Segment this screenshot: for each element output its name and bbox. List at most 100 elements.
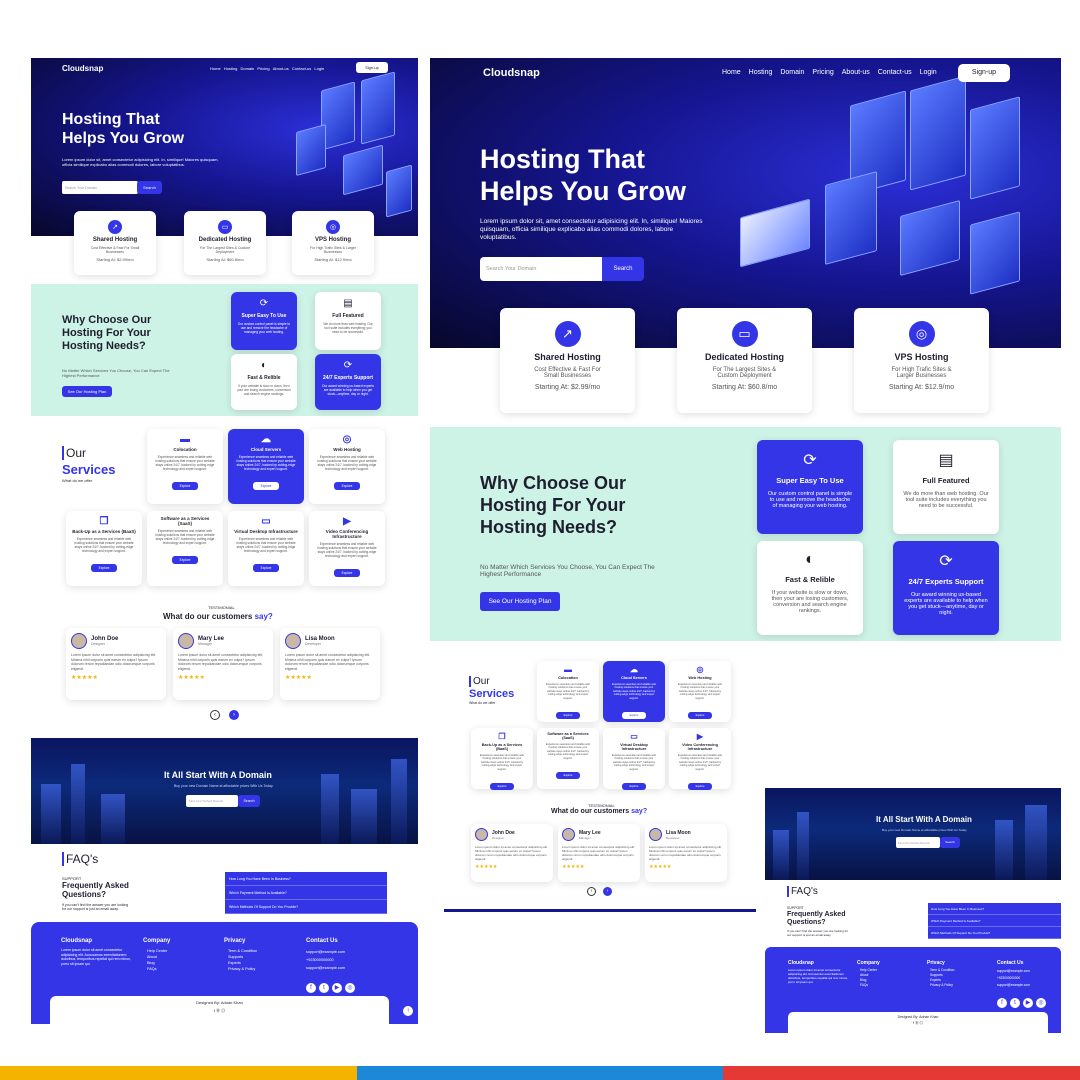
domain-search-button-left-2[interactable]: Search — [238, 795, 260, 807]
person-name: John Doe — [492, 829, 515, 836]
nav-contact[interactable]: Contact-us — [878, 69, 912, 76]
brand-logo-left[interactable]: Cloudsnap — [62, 64, 103, 73]
domain-search-button-left[interactable]: Search — [137, 181, 162, 194]
service-card[interactable]: ▬ Colocation Experience seamless and rel… — [147, 429, 223, 504]
faq-item[interactable]: How Long You Have Been In Business? — [225, 872, 387, 886]
service-card[interactable]: ❐ Back-Up as a Services (BaaS) Experienc… — [66, 511, 142, 586]
service-card[interactable]: ◎ Web Hosting Experience seamless and re… — [309, 429, 385, 504]
nav-hosting[interactable]: Hosting — [749, 69, 773, 76]
explore-button[interactable]: Explore — [555, 772, 581, 780]
explore-button[interactable]: Explore — [333, 569, 361, 577]
plan-card-shared-right[interactable]: ↗ Shared Hosting Cost Effective & Fast F… — [500, 308, 635, 413]
brand-logo-right[interactable]: Cloudsnap — [483, 67, 540, 79]
person-role: Designer — [91, 642, 106, 646]
next-arrow-icon[interactable]: › — [229, 710, 239, 720]
explore-button[interactable]: Explore — [90, 564, 118, 572]
domain-input-left[interactable]: Find Your Perfect Domain — [186, 795, 238, 807]
cloud-icon: ☁ — [261, 434, 271, 445]
prev-arrow-icon[interactable]: ‹ — [210, 710, 220, 720]
nav-home[interactable]: Home — [210, 66, 221, 71]
service-card[interactable]: Software as a Services (SaaS) Experience… — [147, 511, 223, 586]
service-title: Software as a Services (SaaS) — [547, 732, 589, 740]
explore-button[interactable]: Explore — [621, 783, 647, 791]
avatar — [71, 633, 87, 649]
explore-button[interactable]: Explore — [171, 556, 199, 564]
service-card[interactable]: ▬ Colocation Experience seamless and rel… — [537, 661, 599, 722]
explore-button[interactable]: Explore — [687, 783, 713, 791]
see-plan-button-right[interactable]: See Our Hosting Plan — [480, 592, 560, 611]
plan-card-vps-right[interactable]: ◎ VPS Hosting For High Trafic Sites & La… — [854, 308, 989, 413]
hero-title-right: Hosting That Helps You Grow — [480, 144, 687, 206]
scroll-top-icon[interactable]: ↑ — [403, 1006, 413, 1016]
domain-section-left — [31, 738, 418, 844]
why-desc-right: No Matter Which Services You Choose, You… — [480, 564, 655, 578]
explore-button[interactable]: Explore — [555, 712, 581, 720]
explore-button[interactable]: Explore — [252, 482, 280, 490]
faq-item[interactable]: Which Payment Method Is Available? — [225, 886, 387, 900]
service-desc: Experience seamless and reliable web hos… — [545, 683, 591, 700]
service-desc: Experience seamless and reliable web hos… — [317, 455, 377, 471]
testimonial-card: Lisa Moon Developer Lorem ipsum dolor sit… — [280, 628, 380, 700]
service-card[interactable]: ◎ Web Hosting Experience seamless and re… — [669, 661, 731, 722]
see-plan-button-left[interactable]: See Our Hosting Plan — [62, 386, 112, 397]
domain-search-button-right-2[interactable]: Search — [940, 837, 960, 848]
avatar — [475, 828, 488, 841]
nav-about[interactable]: About-us — [842, 69, 870, 76]
signup-button-left[interactable]: Sign-up — [356, 62, 388, 73]
service-desc: Experience seamless and reliable web hos… — [479, 754, 525, 771]
nav-login[interactable]: Login — [920, 69, 937, 76]
faq-heading-right: Frequently Asked Questions? — [787, 911, 846, 926]
nav-hosting[interactable]: Hosting — [224, 66, 238, 71]
testimonial-text: Lorem ipsum dolor sit amet consectetur a… — [71, 653, 157, 671]
explore-button[interactable]: Explore — [171, 482, 199, 490]
service-card[interactable]: ❐ Back-Up as a Services (BaaS) Experienc… — [471, 728, 533, 791]
faq-item[interactable]: Which Methods Of Support Do You Provide? — [928, 927, 1061, 939]
faq-item[interactable]: Which Methods Of Support Do You Provide? — [225, 900, 387, 914]
feature-support-left: ⟳ 24/7 Experts Support Our award winning… — [315, 354, 381, 410]
service-card[interactable]: ▭ Virtual Desktop Infrastructure Experie… — [603, 728, 665, 791]
domain-input-right[interactable]: Find Your Perfect Domain — [896, 837, 940, 848]
explore-button[interactable]: Explore — [489, 783, 515, 791]
prev-arrow-icon[interactable]: ‹ — [587, 887, 596, 896]
faq-item[interactable]: How Long You Have Been In Business? — [928, 903, 1061, 915]
next-arrow-icon[interactable]: › — [603, 887, 612, 896]
footer-credit-right: Designed By: Adnan Khan f Ⓑ ◎ — [788, 1012, 1048, 1033]
service-desc: Experience seamless and reliable web hos… — [236, 455, 296, 471]
explore-button[interactable]: Explore — [333, 482, 361, 490]
signup-button-right[interactable]: Sign-up — [958, 64, 1010, 82]
service-title: Virtual Desktop Infrastructure — [620, 743, 648, 751]
service-card[interactable]: ▶ Video Conferencing Infrastructure Expe… — [669, 728, 731, 791]
youtube-icon: ▶ — [1023, 997, 1033, 1008]
explore-button[interactable]: Explore — [252, 564, 280, 572]
domain-search-input-left[interactable]: Search Your Domain — [62, 181, 138, 194]
faq-item[interactable]: Which Payment Method Is Available? — [928, 915, 1061, 927]
nav-about[interactable]: About-us — [273, 66, 289, 71]
nav-contact[interactable]: Contact-us — [292, 66, 311, 71]
explore-button[interactable]: Explore — [687, 712, 713, 720]
avatar — [178, 633, 194, 649]
domain-search-button-right[interactable]: Search — [602, 257, 644, 281]
nav-domain[interactable]: Domain — [780, 69, 804, 76]
nav-left: Home Hosting Domain Pricing About-us Con… — [210, 66, 324, 71]
nav-pricing[interactable]: Pricing — [812, 69, 833, 76]
service-desc: Experience seamless and reliable web hos… — [155, 529, 215, 545]
plan-card-vps-left[interactable]: ◎ VPS Hosting For High Trafic Sites & La… — [292, 211, 374, 275]
server-stack-icon: ▬ — [180, 434, 190, 445]
why-desc-left: No Matter Which Services You Choose, You… — [62, 368, 170, 378]
share-icon: ↗ — [554, 321, 581, 347]
globe-icon: ◎ — [326, 220, 340, 234]
service-card[interactable]: ▶ Video Conferencing Infrastructure Expe… — [309, 511, 385, 586]
service-card[interactable]: ☁ Cloud Servers Experience seamless and … — [228, 429, 304, 504]
nav-domain[interactable]: Domain — [240, 66, 254, 71]
service-card[interactable]: ▭ Virtual Desktop Infrastructure Experie… — [228, 511, 304, 586]
nav-pricing[interactable]: Pricing — [257, 66, 269, 71]
service-card[interactable]: ☁ Cloud Servers Experience seamless and … — [603, 661, 665, 722]
plan-card-dedicated-left[interactable]: ▭ Dedicated Hosting For The Largest Site… — [184, 211, 266, 275]
nav-home[interactable]: Home — [722, 69, 741, 76]
nav-login[interactable]: Login — [314, 66, 324, 71]
explore-button[interactable]: Explore — [621, 712, 647, 720]
plan-card-shared-left[interactable]: ↗ Shared Hosting Cost Effective & Fast F… — [74, 211, 156, 275]
domain-search-input-right[interactable]: Search Your Domain — [480, 257, 602, 281]
service-card[interactable]: Software as a Services (SaaS) Experience… — [537, 728, 599, 789]
plan-card-dedicated-right[interactable]: ▭ Dedicated Hosting For The Largest Site… — [677, 308, 812, 413]
